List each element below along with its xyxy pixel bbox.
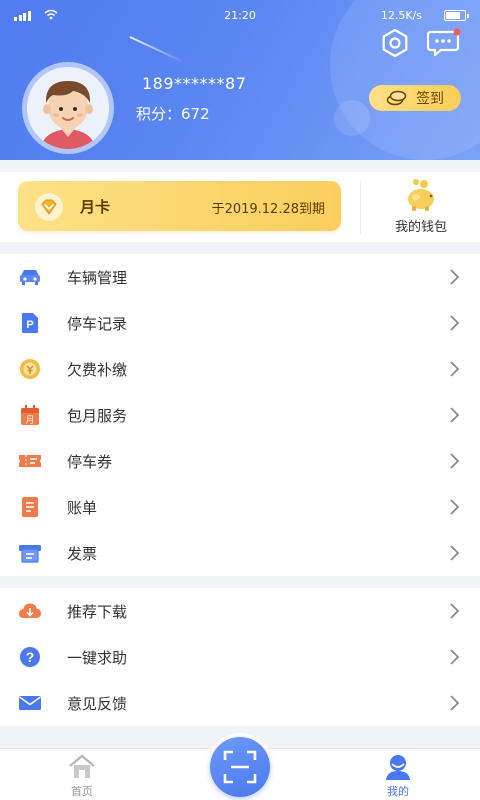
wallet-button[interactable]: 我的钱包: [362, 176, 480, 238]
menu-list-secondary: 推荐下载 ? 一键求助 意见反馈: [0, 588, 480, 726]
home-icon: [69, 754, 95, 778]
menu-item-recommend-download[interactable]: 推荐下载: [0, 588, 480, 634]
month-card-label: 月卡: [80, 198, 111, 216]
parking-record-icon: P: [17, 312, 43, 334]
tab-home-label: 首页: [71, 785, 93, 798]
menu-item-vehicle-management[interactable]: 车辆管理: [0, 254, 480, 300]
arrears-coin-icon: [17, 358, 43, 380]
menu-item-monthly-service[interactable]: 月 包月服务: [0, 392, 480, 438]
signin-label: 签到: [416, 91, 444, 107]
calendar-month-icon: 月: [17, 404, 43, 426]
help-icon: ?: [17, 646, 43, 668]
chevron-right-icon: [450, 649, 460, 665]
divider: [360, 180, 361, 234]
mail-icon: [17, 692, 43, 714]
menu-item-label: 发票: [67, 545, 98, 563]
ticket-icon: [17, 450, 43, 472]
tab-mine[interactable]: 我的: [358, 749, 438, 800]
chevron-right-icon: [450, 545, 460, 561]
menu-item-feedback[interactable]: 意见反馈: [0, 680, 480, 726]
cloud-download-icon: [17, 600, 43, 622]
menu-item-invoice[interactable]: 发票: [0, 530, 480, 576]
invoice-icon: [17, 542, 43, 564]
tab-home[interactable]: 首页: [42, 749, 122, 800]
wallet-label: 我的钱包: [394, 220, 447, 235]
chevron-right-icon: [450, 499, 460, 515]
menu-item-arrears-payment[interactable]: 欠费补缴: [0, 346, 480, 392]
menu-item-parking-records[interactable]: P 停车记录: [0, 300, 480, 346]
menu-item-label: 停车券: [67, 453, 113, 471]
menu-list-main: 车辆管理 P 停车记录 欠费补缴 月 包月服务 停车券 账单 发票: [0, 254, 480, 576]
svg-text:?: ?: [26, 649, 35, 665]
chevron-right-icon: [450, 269, 460, 285]
menu-item-label: 推荐下载: [67, 603, 128, 621]
chevron-right-icon: [450, 695, 460, 711]
settings-icon: [382, 28, 408, 58]
menu-item-label: 包月服务: [67, 407, 128, 425]
scan-icon: [223, 750, 257, 784]
settings-button[interactable]: [378, 26, 412, 60]
network-speed: 12.5K/s: [380, 9, 422, 22]
points-label: 积分：: [136, 105, 182, 123]
chevron-right-icon: [450, 453, 460, 469]
user-phone: 189******87: [142, 74, 247, 93]
chevron-right-icon: [450, 315, 460, 331]
avatar[interactable]: [22, 62, 114, 154]
decor-circle: [334, 100, 370, 136]
menu-item-label: 一键求助: [67, 649, 128, 667]
diamond-icon: [35, 193, 63, 221]
signin-button[interactable]: 签到: [369, 85, 461, 111]
messages-button[interactable]: [427, 26, 461, 60]
user-avatar-illustration: [27, 67, 109, 149]
bill-icon: [17, 496, 43, 518]
points-display: 积分：672: [136, 103, 210, 124]
decor-streak: [129, 36, 185, 64]
chevron-right-icon: [450, 407, 460, 423]
chevron-right-icon: [450, 361, 460, 377]
menu-item-bills[interactable]: 账单: [0, 484, 480, 530]
coins-icon: [386, 90, 407, 106]
svg-text:P: P: [26, 319, 33, 331]
piggy-bank-icon: [408, 179, 434, 211]
user-icon: [386, 755, 410, 780]
menu-item-label: 意见反馈: [67, 695, 128, 713]
menu-item-one-click-help[interactable]: ? 一键求助: [0, 634, 480, 680]
message-icon: [427, 28, 461, 57]
month-card-expiry: 于2019.12.28到期: [211, 202, 325, 217]
chevron-right-icon: [450, 603, 460, 619]
battery-icon: [444, 10, 469, 21]
points-value: 672: [181, 105, 210, 123]
menu-item-parking-coupon[interactable]: 停车券: [0, 438, 480, 484]
menu-item-label: 账单: [67, 499, 98, 517]
svg-text:月: 月: [25, 415, 34, 426]
menu-item-label: 车辆管理: [67, 269, 128, 287]
tab-mine-label: 我的: [387, 785, 409, 798]
scan-button[interactable]: [206, 733, 274, 800]
car-icon: [17, 266, 43, 288]
menu-item-label: 停车记录: [67, 315, 128, 333]
menu-item-label: 欠费补缴: [67, 361, 128, 379]
month-card[interactable]: 月卡 于2019.12.28到期: [18, 181, 341, 231]
